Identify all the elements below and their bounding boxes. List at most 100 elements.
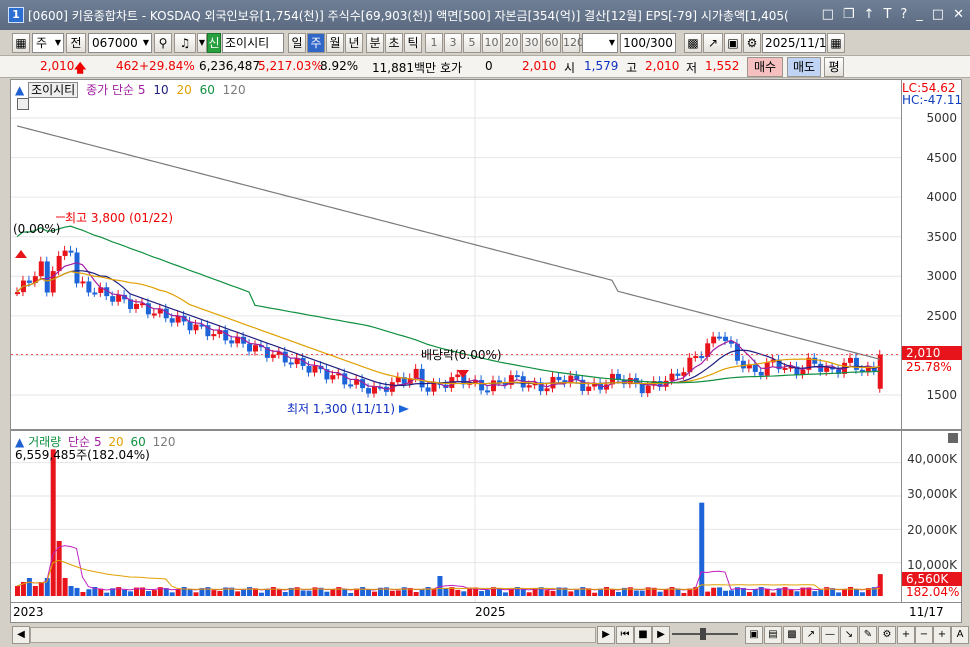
zoom-out-icon[interactable]: − — [915, 626, 933, 644]
rewind-icon[interactable]: ⏮ — [616, 626, 634, 644]
period-select[interactable]: 주 ▼ — [32, 33, 64, 53]
scroll-left-icon[interactable]: ◀ — [12, 626, 30, 644]
price-chart-pane[interactable]: ▲ 조이시티 종가 단순 5 10 20 60 120 최고 3,800 (01… — [10, 79, 902, 430]
period-button-120[interactable]: 120 — [562, 33, 584, 53]
legend-ma60: 60 — [199, 83, 215, 97]
indicator-icon[interactable]: ▩ — [684, 33, 702, 53]
quote-change: 462 — [116, 59, 139, 73]
volume-chart-pane[interactable]: ▲ 거래량 단순 5 20 60 120 6,559,485주(182.04%)… — [10, 430, 902, 620]
flat-button[interactable]: 평 — [824, 57, 844, 77]
gear-icon[interactable]: ⚙ — [878, 626, 896, 644]
candle-body — [86, 281, 92, 293]
zoom-in-icon[interactable]: + — [897, 626, 915, 644]
scroll-right-icon[interactable]: ▶ — [597, 626, 615, 644]
stock-code-input[interactable]: 067000 ▼ — [88, 33, 152, 53]
horizontal-scrollbar[interactable] — [30, 627, 596, 643]
tab-interval-month[interactable]: 월 — [326, 33, 344, 53]
volume-bar — [443, 588, 449, 596]
tab-interval-second[interactable]: 초 — [385, 33, 403, 53]
x-label-end: 11/17 — [909, 605, 944, 619]
help-icon[interactable]: ? — [900, 7, 907, 22]
minimize-icon[interactable]: _ — [916, 7, 923, 22]
data-count-field[interactable]: 100/300 — [620, 33, 676, 53]
pin-icon[interactable]: ↑ — [864, 7, 875, 22]
volume-bar — [711, 587, 717, 596]
volume-bar — [74, 587, 80, 596]
volume-bar — [217, 591, 223, 596]
line-icon[interactable]: — — [821, 626, 839, 644]
period-button-1[interactable]: 1 — [425, 33, 443, 53]
volume-bar — [235, 591, 241, 596]
crosshair-icon[interactable]: ▤ — [764, 626, 782, 644]
y-tick-4500: 4500 — [926, 151, 957, 165]
fit-icon[interactable]: ▣ — [745, 626, 763, 644]
window-copy-icon[interactable]: ❐ — [843, 7, 855, 22]
period-button-3[interactable]: 3 — [444, 33, 462, 53]
period-button-60[interactable]: 60 — [542, 33, 561, 53]
sell-button[interactable]: 매도 — [787, 57, 821, 77]
volume-bar — [633, 590, 639, 596]
dividend-marker-label: 배당락(0.00%) — [421, 348, 502, 362]
x-axis: 2023 2025 11/17 — [10, 603, 962, 623]
gear-icon[interactable]: ⚙ — [743, 33, 761, 53]
new-badge: 신 — [207, 33, 221, 53]
date-input[interactable]: 2025/11/17 — [762, 33, 834, 53]
close-icon[interactable]: ✕ — [953, 7, 964, 22]
draw-icon[interactable]: ✎ — [859, 626, 877, 644]
hoga-label: 호가 — [440, 61, 463, 75]
tile-icon[interactable]: T — [883, 7, 891, 22]
tab-interval-minute[interactable]: 분 — [366, 33, 384, 53]
period-button-30[interactable]: 30 — [522, 33, 541, 53]
grid-toggle-icon[interactable] — [17, 98, 29, 110]
volume-bar — [568, 591, 574, 596]
candle-body — [413, 368, 419, 379]
chart-toolbar: ▦ 주 ▼ 전 067000 ▼ ⚲ ♫ ▼ 신 조이시티 일 주 월 년 분 초 … — [0, 30, 970, 56]
prev-button[interactable]: 전 — [66, 33, 86, 53]
buy-button[interactable]: 매수 — [747, 57, 783, 77]
font-size-icon[interactable]: A — [951, 626, 969, 644]
stop-icon[interactable]: ■ — [634, 626, 652, 644]
candle-body — [485, 390, 491, 393]
plus-icon[interactable]: + — [933, 626, 951, 644]
diagonal-icon[interactable]: ↘ — [840, 626, 858, 644]
period-button-5[interactable]: 5 — [463, 33, 481, 53]
tab-interval-day[interactable]: 일 — [288, 33, 306, 53]
y-tick-3500: 3500 — [926, 230, 957, 244]
maximize-icon[interactable]: □ — [932, 7, 944, 22]
chevron-down-icon: ▼ — [608, 38, 615, 47]
bottom-controls: ◀ ▶ ⏮ ■ ▶ ▣ ▤ ▩ ↗ — ↘ ✎ ⚙ + − + A — [0, 624, 970, 647]
bar-icon[interactable]: ▩ — [783, 626, 801, 644]
trend-icon[interactable]: ↗ — [802, 626, 820, 644]
custom-period-select[interactable]: ▼ — [582, 33, 618, 53]
tab-interval-tick[interactable]: 틱 — [404, 33, 422, 53]
last-price-tag: 2,010 — [902, 346, 962, 360]
candle-body — [848, 357, 853, 363]
chevron-down-icon[interactable]: ▼ — [197, 33, 207, 53]
window-restore-icon[interactable]: □ — [822, 7, 834, 22]
calendar-icon[interactable]: ▦ — [827, 33, 845, 53]
draw-line-icon[interactable]: ↗ — [703, 33, 723, 53]
volume-bar — [151, 590, 157, 596]
play-icon[interactable]: ▶ — [652, 626, 670, 644]
quote-volume-rate: 5,217.03% — [258, 59, 323, 73]
candle-body — [752, 364, 758, 372]
candle-body — [134, 303, 139, 309]
candle-body — [38, 261, 44, 277]
price-chart[interactable] — [11, 80, 901, 429]
pane-close-icon[interactable] — [948, 433, 958, 443]
last-price-pct: 25.78% — [906, 360, 952, 374]
layout-icon[interactable]: ▦ — [12, 33, 30, 53]
period-button-10[interactable]: 10 — [482, 33, 501, 53]
title-bar: 1 [0600] 키움종합차트 - KOSDAQ 외국인보유[1,754(천)]… — [0, 0, 970, 30]
search-icon[interactable]: ⚲ — [154, 33, 172, 53]
volume-bar — [15, 586, 20, 596]
volume-bar — [145, 591, 151, 596]
period-button-20[interactable]: 20 — [502, 33, 521, 53]
speaker-icon[interactable]: ♫ — [174, 33, 196, 53]
volume-bar — [86, 589, 92, 596]
zoom-slider-handle[interactable] — [700, 628, 706, 640]
tab-interval-week[interactable]: 주 — [307, 33, 325, 53]
save-icon[interactable]: ▣ — [724, 33, 742, 53]
tab-interval-year[interactable]: 년 — [345, 33, 363, 53]
start-marker-arrow — [15, 250, 27, 258]
